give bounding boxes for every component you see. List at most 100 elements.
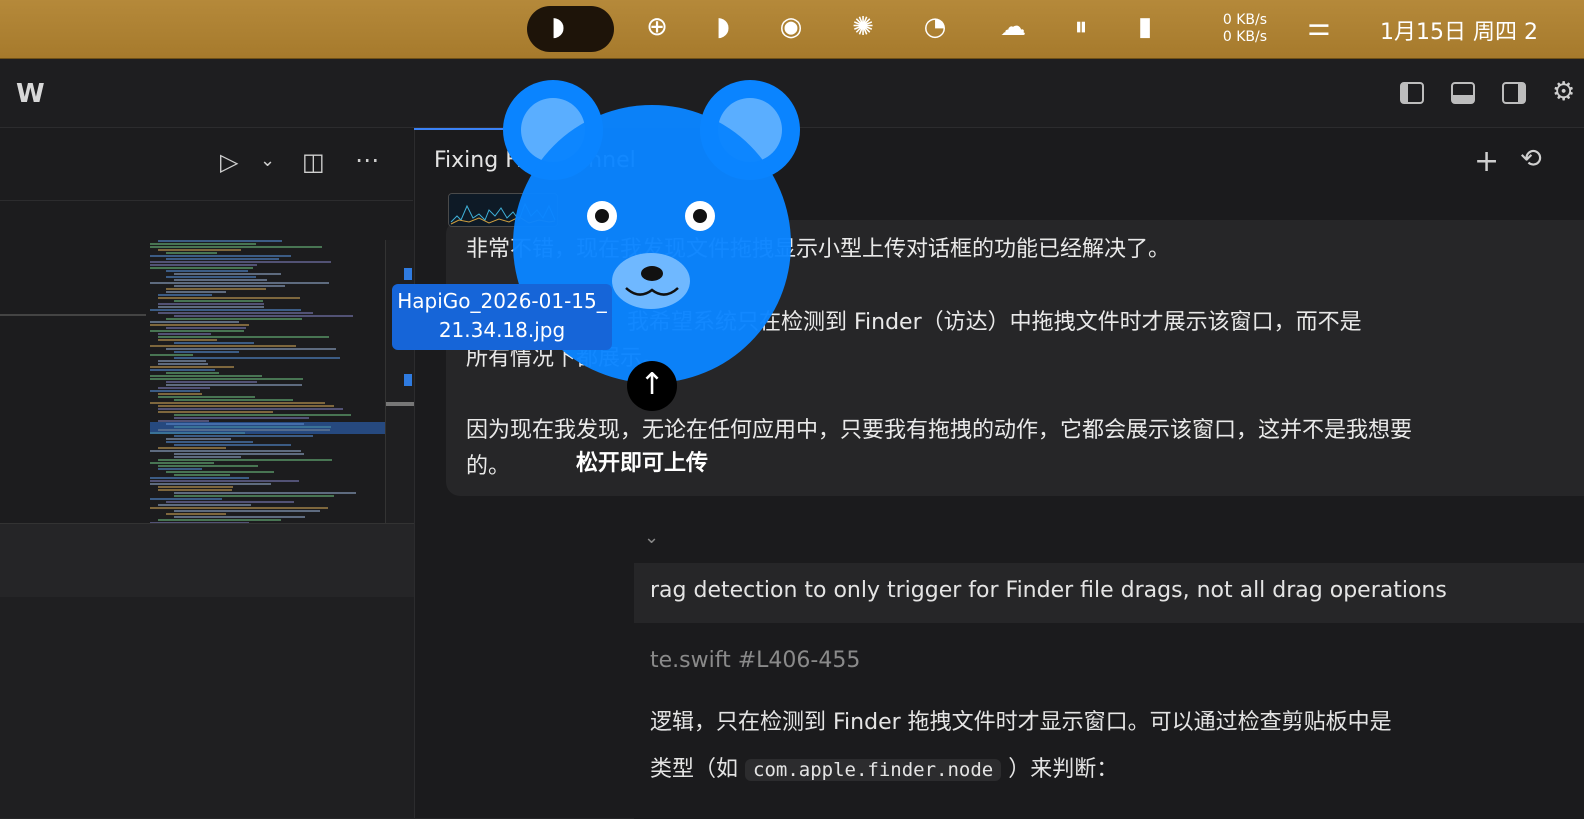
menubar-datetime[interactable]: 1月15日 周四 2 — [1380, 14, 1538, 46]
minimap-code-line — [150, 282, 329, 284]
response-line: 类型（如 com.apple.finder.node ）来判断： — [650, 751, 1118, 783]
minimap-code-line — [158, 294, 212, 296]
minimap-code-line — [174, 435, 313, 437]
chat-title[interactable]: Fixing Fi r Channel — [434, 148, 636, 173]
app-titlebar: W ⚙ — [0, 59, 1584, 128]
minimap-code-line — [158, 393, 203, 395]
minimap-code-line — [150, 498, 222, 500]
minimap-code-line — [166, 318, 303, 320]
minimap-code-line — [150, 366, 235, 368]
minimap-code-line — [158, 411, 273, 413]
audio-levels-icon[interactable]: ▮ — [1128, 12, 1162, 46]
hapigo-icon[interactable]: ◗ — [706, 12, 740, 46]
chevron-down-icon[interactable]: ⌄ — [260, 150, 275, 171]
active-app-pill[interactable]: ◗ — [527, 6, 614, 52]
minimap-code-line — [150, 390, 201, 392]
minimap-code-line — [174, 300, 263, 302]
history-icon[interactable]: ⟲ — [1520, 144, 1542, 174]
minimap-code-line — [166, 270, 249, 272]
new-chat-icon[interactable]: + — [1474, 144, 1499, 179]
minimap-code-line — [174, 285, 285, 287]
editor-divider — [0, 314, 146, 316]
minimap-code-line — [174, 342, 254, 344]
minimap-code-line — [166, 441, 254, 443]
user-message-line: 因为现在我发现，无论在任何应用中，只要我有拖拽的动作，它都会展示该窗口，这并不是… — [466, 418, 1413, 443]
editor-toolbar: ▷ ⌄ ◫ ⋯ — [0, 128, 413, 201]
record-icon[interactable]: ◉ — [774, 12, 808, 46]
minimap-code-line — [158, 486, 233, 488]
pause-circle-icon[interactable]: ⏸ — [1064, 12, 1098, 46]
upload-circle-icon[interactable]: ⊕ — [640, 12, 674, 46]
minimap-code-line — [158, 333, 212, 335]
minimap-code-line — [150, 402, 325, 404]
editor-scrollbar[interactable] — [385, 240, 414, 525]
minimap-code-line — [158, 387, 210, 389]
flower-icon[interactable]: ✺ — [846, 12, 880, 46]
minimap-code-line — [158, 306, 264, 308]
minimap-code-line — [150, 480, 300, 482]
minimap-code-line — [158, 363, 208, 365]
run-debug-icon[interactable]: ▷ — [220, 148, 238, 176]
minimap-code-line — [150, 324, 250, 326]
minimap-code-line — [174, 453, 304, 455]
minimap-code-line — [174, 492, 357, 494]
minimap-code-line — [150, 261, 331, 263]
scroll-thumb[interactable] — [386, 402, 414, 406]
minimap-code-line — [158, 396, 255, 398]
minimap-code-line — [158, 519, 282, 521]
response-line: 逻辑，只在检测到 Finder 拖拽文件时才显示窗口。可以通过检查剪贴板中是 — [650, 710, 1392, 735]
minimap-code-line — [174, 399, 294, 401]
settings-gear-icon[interactable]: ⚙ — [1552, 77, 1575, 107]
minimap-code-line — [150, 483, 271, 485]
minimap-code-line — [166, 258, 280, 260]
user-message-line: 但目前 个问题：我希望系统只在检测到 Finder（访达）中拖拽文件时才展示该窗… — [466, 310, 1362, 335]
toggle-right-sidebar-icon[interactable] — [1502, 82, 1526, 104]
minimap-code-line — [166, 438, 232, 440]
minimap-code-line — [174, 351, 240, 353]
attachment-thumbnail[interactable] — [448, 193, 558, 227]
file-reference-link[interactable]: te.swift #L406-455 — [650, 648, 860, 673]
minimap-code-line — [158, 336, 329, 338]
minimap-code-line — [150, 375, 262, 377]
control-center-icon[interactable]: ⚌ — [1302, 12, 1336, 46]
speedometer-icon[interactable]: ◔ — [918, 12, 952, 46]
minimap-code-line — [150, 369, 215, 371]
minimap-code-line — [158, 249, 241, 251]
minimap-code-line — [166, 384, 302, 386]
collapse-chevron-icon[interactable]: ⌄ — [644, 527, 659, 548]
minimap-code-line — [150, 264, 257, 266]
minimap-code-line — [150, 330, 244, 332]
minimap-code-line — [158, 339, 217, 341]
thumbnail-chart-image — [449, 194, 557, 226]
minimap-code-line — [158, 459, 333, 461]
minimap-code-line — [166, 501, 295, 503]
code-minimap[interactable] — [150, 240, 386, 525]
minimap-code-line — [158, 447, 226, 449]
user-message-line: 所有情况下都展示。 — [466, 346, 665, 371]
minimap-code-line — [150, 354, 194, 356]
split-editor-icon[interactable]: ◫ — [302, 148, 325, 176]
minimap-code-line — [174, 414, 352, 416]
minimap-code-line — [174, 357, 341, 359]
minimap-code-line — [174, 474, 230, 476]
minimap-code-line — [150, 246, 322, 248]
minimap-code-line — [166, 372, 219, 374]
user-message-line: 的。 — [466, 454, 511, 479]
toggle-bottom-panel-icon[interactable] — [1451, 82, 1475, 104]
more-actions-icon[interactable]: ⋯ — [355, 146, 379, 174]
minimap-code-line — [174, 456, 241, 458]
minimap-code-line — [174, 495, 335, 497]
minimap-code-line — [166, 471, 275, 473]
minimap-code-line — [166, 513, 226, 515]
wechat-icon[interactable]: ☁ — [996, 12, 1030, 46]
minimap-code-line — [150, 255, 291, 257]
minimap-code-line — [150, 477, 249, 479]
minimap-code-line — [150, 309, 302, 311]
scroll-marker — [404, 374, 412, 386]
toggle-left-sidebar-icon[interactable] — [1400, 82, 1424, 104]
minimap-code-line — [150, 450, 301, 452]
minimap-code-line — [158, 303, 264, 305]
minimap-code-line — [158, 312, 313, 314]
minimap-code-line — [158, 468, 203, 470]
response-line-text: 类型（如 — [650, 757, 739, 782]
